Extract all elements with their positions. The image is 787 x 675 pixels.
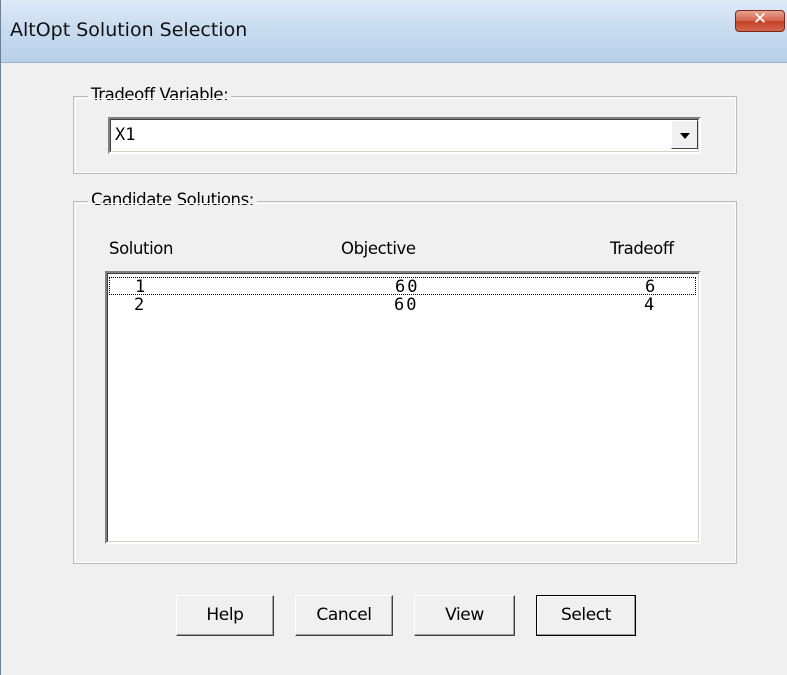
solution-cell: 1 bbox=[135, 277, 146, 297]
candidate-solutions-list[interactable]: 1 60 6 2 60 4 bbox=[105, 271, 701, 544]
title-bar: AltOpt Solution Selection ✕ bbox=[1, 0, 787, 63]
select-button[interactable]: Select bbox=[536, 595, 636, 636]
solution-cell: 2 bbox=[134, 295, 145, 315]
close-button[interactable]: ✕ bbox=[735, 9, 785, 32]
tradeoff-cell: 6 bbox=[645, 277, 656, 297]
view-button[interactable]: View bbox=[414, 595, 515, 636]
tradeoff-cell: 4 bbox=[644, 295, 655, 315]
altopt-dialog: AltOpt Solution Selection ✕ Tradeoff Var… bbox=[0, 0, 787, 675]
select-button-label: Select bbox=[560, 605, 612, 625]
objective-cell: 60 bbox=[395, 277, 420, 297]
objective-cell: 60 bbox=[394, 295, 419, 315]
chevron-down-icon bbox=[680, 133, 690, 139]
column-header-tradeoff: Tradeoff bbox=[610, 239, 674, 258]
close-icon: ✕ bbox=[752, 9, 768, 29]
tradeoff-variable-value: X1 bbox=[115, 125, 136, 145]
cancel-button[interactable]: Cancel bbox=[295, 595, 393, 636]
help-button[interactable]: Help bbox=[176, 595, 274, 636]
column-header-solution: Solution bbox=[109, 239, 174, 258]
list-item[interactable]: 2 60 4 bbox=[109, 296, 696, 314]
list-item[interactable]: 1 60 6 bbox=[109, 277, 696, 297]
column-header-objective: Objective bbox=[341, 239, 416, 258]
dropdown-button[interactable] bbox=[671, 120, 698, 149]
tradeoff-variable-label: Tradeoff Variable: bbox=[88, 85, 232, 104]
tradeoff-variable-select[interactable]: X1 bbox=[108, 117, 701, 154]
window-title: AltOpt Solution Selection bbox=[10, 19, 248, 41]
candidate-solutions-label: Candidate Solutions: bbox=[88, 190, 257, 209]
